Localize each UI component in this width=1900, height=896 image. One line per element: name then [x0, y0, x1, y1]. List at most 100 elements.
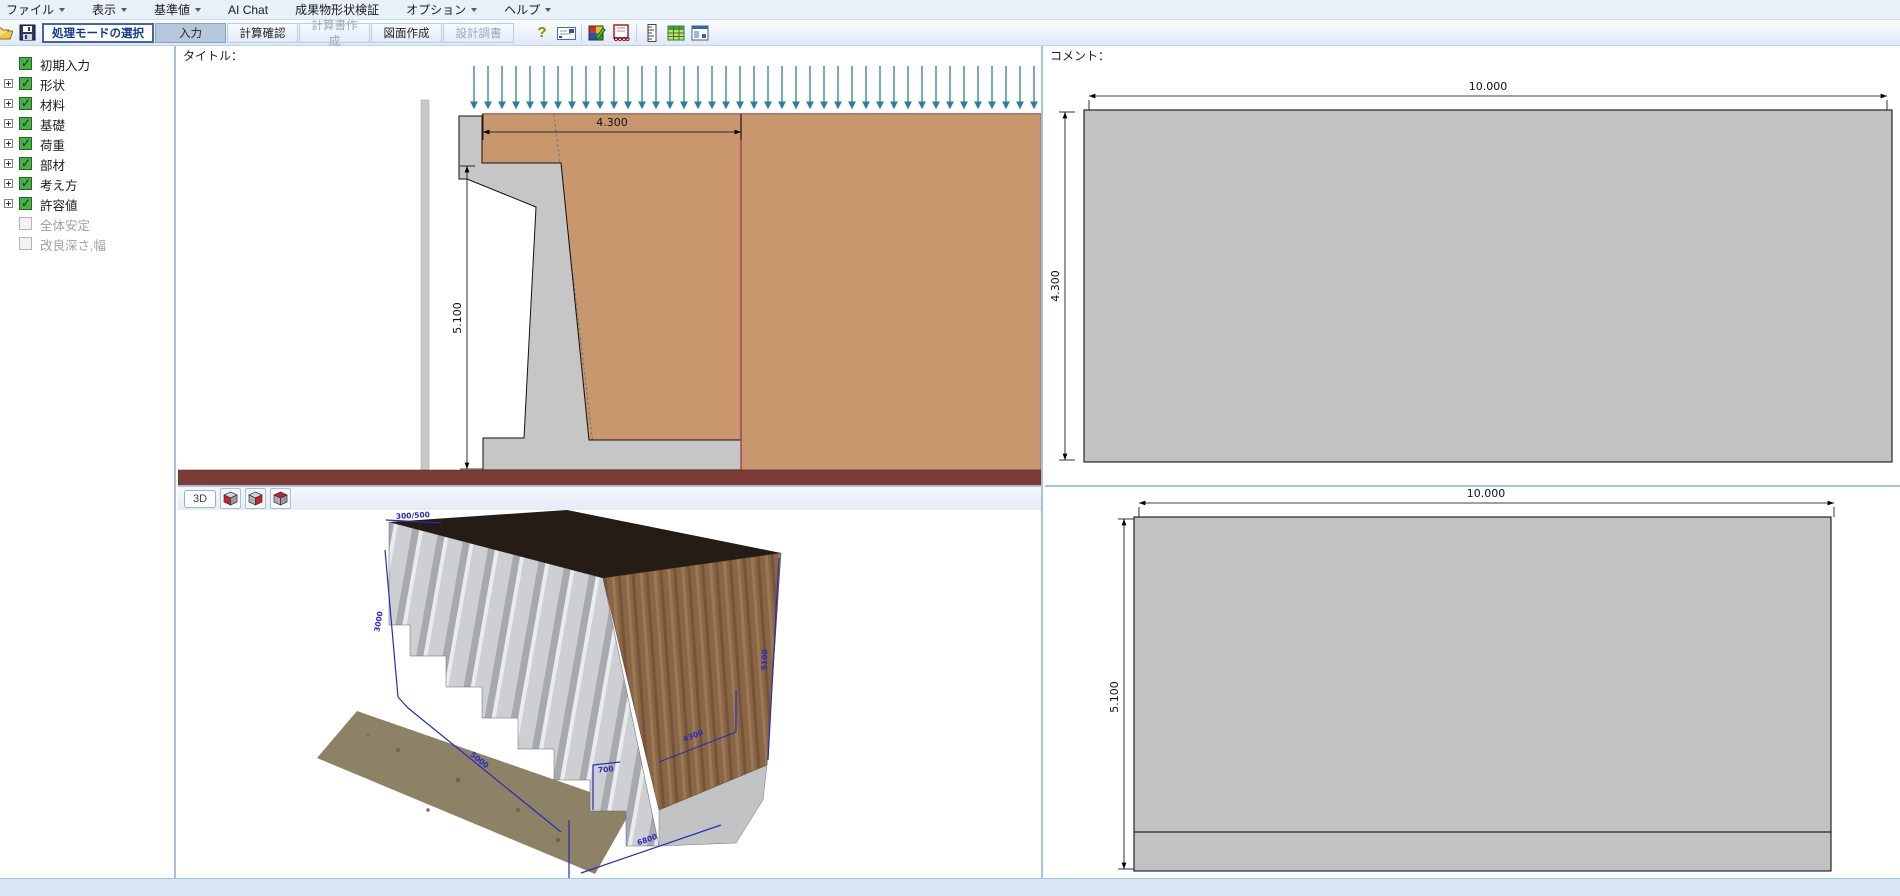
menu-options-label: オプション [406, 1, 466, 18]
plan-bottom-width-label: 10.000 [1467, 487, 1506, 500]
comment-header: コメント： [1045, 46, 1900, 63]
layout-icon[interactable] [688, 21, 712, 45]
menu-options[interactable]: オプション [406, 1, 477, 18]
dimension-width [1139, 503, 1834, 517]
tree-item-load[interactable]: 荷重 [0, 134, 174, 154]
bearing-ground-strip [178, 470, 1041, 486]
comment-view-column: コメント： 10.000 4.300 10.000 [1045, 46, 1900, 878]
expand-plus-icon[interactable] [4, 159, 13, 168]
chevron-down-icon [471, 8, 477, 12]
mode-select-button[interactable]: 処理モードの選択 [42, 23, 154, 43]
menu-file-label: ファイル [6, 1, 54, 18]
checkbox-checked-icon[interactable] [19, 77, 32, 90]
view-cube-front-icon[interactable] [220, 488, 241, 509]
chevron-down-icon [195, 8, 201, 12]
menu-standards[interactable]: 基準値 [154, 1, 201, 18]
checkbox-checked-icon[interactable] [19, 197, 32, 210]
chevron-down-icon [121, 8, 127, 12]
tree-item-approach[interactable]: 考え方 [0, 174, 174, 194]
section-drawing-canvas[interactable]: 4.300 5.100 [178, 62, 1041, 486]
elevation-area-rect [1134, 517, 1831, 871]
tree-item-material[interactable]: 材料 [0, 94, 174, 114]
checkbox-checked-icon[interactable] [19, 157, 32, 170]
step-button-design-record: 設計調書 [443, 23, 514, 43]
checkbox-checked-icon[interactable] [19, 177, 32, 190]
plan-top-height-label: 4.300 [1049, 270, 1062, 302]
checkbox-checked-icon[interactable] [19, 137, 32, 150]
report-icon[interactable] [609, 21, 633, 45]
application-window: ファイル 表示 基準値 AI Chat 成果物形状検証 オプション ヘルプ 処理… [0, 0, 1900, 896]
dimension-width [1089, 96, 1887, 110]
menu-help[interactable]: ヘルプ [504, 1, 551, 18]
svg-text:5100: 5100 [759, 649, 769, 670]
view-cube-side-icon[interactable] [245, 488, 266, 509]
dim-height-label: 5.100 [451, 302, 464, 334]
plan-view-top-canvas[interactable]: 10.000 4.300 [1045, 62, 1900, 485]
status-bar [0, 878, 1900, 896]
distributed-load-arrows [474, 66, 1034, 108]
toolbar: 処理モードの選択 入力 計算確認 計算書作成 図面作成 設計調書 ? [0, 20, 1900, 46]
tree-item-improvement-depth-width: 改良深さ,幅 [0, 234, 174, 254]
menu-help-label: ヘルプ [504, 1, 540, 18]
tree-item-initial-input[interactable]: 初期入力 [0, 54, 174, 74]
step-button-input[interactable]: 入力 [155, 23, 226, 43]
menu-file[interactable]: ファイル [6, 1, 65, 18]
expand-plus-icon[interactable] [4, 119, 13, 128]
hint-icon[interactable] [554, 21, 578, 45]
svg-text:700: 700 [598, 764, 614, 774]
menu-ai-chat-label: AI Chat [228, 3, 268, 17]
input-tree: 初期入力 形状 材料 基礎 荷重 部材 考え方 許容値 全体安定 改良深さ,幅 [0, 54, 174, 254]
navigation-tree-panel: 初期入力 形状 材料 基礎 荷重 部材 考え方 許容値 全体安定 改良深さ,幅 [0, 46, 176, 878]
expand-plus-icon[interactable] [4, 179, 13, 188]
menu-ai-chat[interactable]: AI Chat [228, 3, 268, 17]
menu-standards-label: 基準値 [154, 1, 190, 18]
expand-plus-icon[interactable] [4, 79, 13, 88]
checkbox-empty-icon [19, 217, 32, 230]
step-button-report-create: 計算書作成 [299, 23, 370, 43]
expand-plus-icon[interactable] [4, 199, 13, 208]
svg-text:300/500: 300/500 [396, 510, 430, 521]
comment-label: コメント： [1050, 49, 1110, 63]
title-label: タイトル： [183, 49, 243, 63]
front-face-bar [421, 100, 429, 470]
open-icon[interactable] [0, 23, 13, 43]
viewer3d-toolbar: 3D [178, 487, 1041, 510]
plan-top-width-label: 10.000 [1469, 80, 1508, 93]
expand-plus-icon[interactable] [4, 99, 13, 108]
checkbox-checked-icon[interactable] [19, 117, 32, 130]
tree-item-shape[interactable]: 形状 [0, 74, 174, 94]
calc-results-icon[interactable] [585, 21, 609, 45]
chevron-down-icon [545, 8, 551, 12]
toolbar-separator [636, 24, 637, 42]
step-button-drawing-create[interactable]: 図面作成 [371, 23, 442, 43]
menu-deliverable-shape-check-label: 成果物形状検証 [295, 1, 379, 18]
checkbox-checked-icon[interactable] [19, 97, 32, 110]
chevron-down-icon [59, 8, 65, 12]
tree-item-member[interactable]: 部材 [0, 154, 174, 174]
expand-plus-icon[interactable] [4, 139, 13, 148]
menu-bar: ファイル 表示 基準値 AI Chat 成果物形状検証 オプション ヘルプ [0, 0, 1900, 20]
tree-item-allowable-values[interactable]: 許容値 [0, 194, 174, 214]
main-view-column: タイトル： 4.300 5.10 [178, 46, 1043, 878]
view-cube-top-icon[interactable] [270, 488, 291, 509]
tree-item-overall-stability: 全体安定 [0, 214, 174, 234]
step-button-calc-check[interactable]: 計算確認 [227, 23, 298, 43]
toolbar-separator [581, 24, 582, 42]
plan-bottom-height-label: 5.100 [1108, 681, 1121, 713]
tree-item-foundation[interactable]: 基礎 [0, 114, 174, 134]
checkbox-checked-icon[interactable] [19, 57, 32, 70]
checkbox-empty-icon [19, 237, 32, 250]
ruler-icon[interactable] [640, 21, 664, 45]
viewer3d-canvas[interactable]: 300/500 3000 5000 700 4300 5100 6800 [178, 510, 1041, 878]
svg-text:3000: 3000 [372, 611, 384, 633]
table-icon[interactable] [664, 21, 688, 45]
view-3d-button[interactable]: 3D [184, 490, 216, 508]
menu-view[interactable]: 表示 [92, 1, 127, 18]
menu-deliverable-shape-check[interactable]: 成果物形状検証 [295, 1, 379, 18]
dim-width-label: 4.300 [596, 116, 628, 129]
help-icon[interactable]: ? [530, 21, 554, 45]
menu-view-label: 表示 [92, 1, 116, 18]
plan-view-bottom-canvas[interactable]: 10.000 5.100 [1045, 487, 1900, 878]
title-header: タイトル： [178, 46, 1041, 63]
save-icon[interactable] [17, 23, 37, 43]
